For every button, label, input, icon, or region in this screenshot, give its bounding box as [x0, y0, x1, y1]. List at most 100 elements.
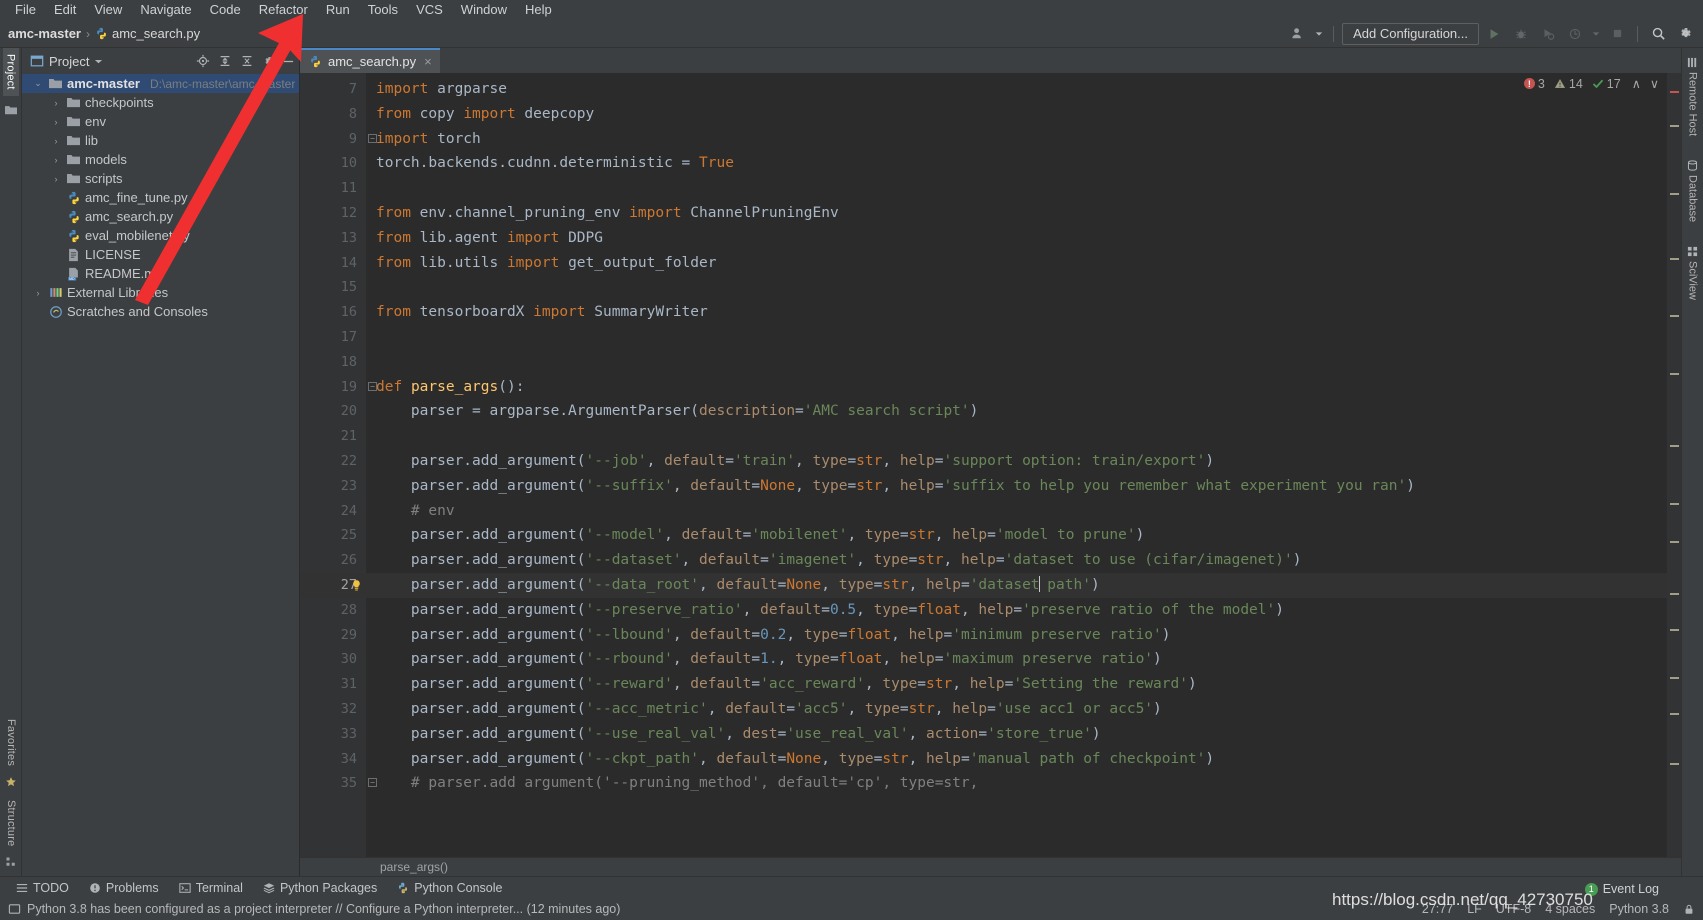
tree-row-checkpoints[interactable]: ›checkpoints [22, 93, 299, 112]
file-encoding[interactable]: UTF-8 [1496, 902, 1531, 916]
profiler-icon[interactable] [1563, 23, 1587, 45]
inspection-prev-icon[interactable]: ∧ [1632, 76, 1641, 91]
menu-item-help[interactable]: Help [516, 0, 561, 20]
menu-item-navigate[interactable]: Navigate [131, 0, 200, 20]
gutter-line-27[interactable]: 27 [300, 573, 366, 598]
gutter-line-12[interactable]: 12 [300, 201, 366, 226]
editor-tab-amc-search[interactable]: amc_search.py × [300, 48, 440, 73]
code-line-9[interactable]: import torch [376, 127, 1667, 152]
tree-row-models[interactable]: ›models [22, 150, 299, 169]
code-line-16[interactable]: from tensorboardX import SummaryWriter [376, 300, 1667, 325]
inspection-next-icon[interactable]: ∨ [1650, 76, 1659, 91]
inspection-widget[interactable]: ! 3 14 17 ∧ [1524, 76, 1659, 91]
code-line-33[interactable]: parser.add_argument('--use_real_val', de… [376, 722, 1667, 747]
project-tree[interactable]: ⌄amc-masterD:\amc-master\amc-master›chec… [22, 74, 299, 876]
bottom-tab-terminal[interactable]: Terminal [169, 879, 253, 897]
search-icon[interactable] [1646, 23, 1670, 45]
caret-position[interactable]: 27:77 [1422, 902, 1453, 916]
tree-row-amc-fine-tune-py[interactable]: amc_fine_tune.py [22, 188, 299, 207]
gutter-line-13[interactable]: 13 [300, 226, 366, 251]
code-line-26[interactable]: parser.add_argument('--dataset', default… [376, 548, 1667, 573]
code-content[interactable]: import argparsefrom copy import deepcopy… [366, 73, 1667, 857]
menu-item-tools[interactable]: Tools [359, 0, 407, 20]
code-line-21[interactable] [376, 424, 1667, 449]
gutter-line-8[interactable]: 8 [300, 102, 366, 127]
menu-item-file[interactable]: File [6, 0, 45, 20]
code-line-8[interactable]: from copy import deepcopy [376, 102, 1667, 127]
gutter-line-16[interactable]: 16 [300, 300, 366, 325]
chevron-down-icon-2[interactable] [1590, 23, 1602, 45]
structure-icon[interactable] [5, 856, 17, 868]
gutter-line-29[interactable]: 29 [300, 623, 366, 648]
settings-icon-project[interactable] [259, 51, 279, 71]
gutter-line-31[interactable]: 31 [300, 672, 366, 697]
chevron-down-icon[interactable] [1313, 23, 1325, 45]
status-message[interactable]: Python 3.8 has been configured as a proj… [27, 902, 620, 916]
star-icon[interactable] [5, 776, 17, 788]
code-line-17[interactable] [376, 325, 1667, 350]
chevron-right-icon[interactable]: › [32, 288, 44, 298]
rail-tab-favorites[interactable]: Favorites [3, 713, 19, 772]
rail-tab-sciview[interactable]: SciView [1685, 241, 1701, 305]
expand-all-icon[interactable] [215, 51, 235, 71]
python-interpreter[interactable]: Python 3.8 [1609, 902, 1669, 916]
indent-setting[interactable]: 4 spaces [1545, 902, 1595, 916]
tree-row-license[interactable]: LICENSE [22, 245, 299, 264]
chevron-right-icon[interactable]: › [50, 174, 62, 184]
gutter-line-15[interactable]: 15 [300, 275, 366, 300]
folder-icon-rail[interactable] [4, 104, 18, 116]
code-line-22[interactable]: parser.add_argument('--job', default='tr… [376, 449, 1667, 474]
code-line-32[interactable]: parser.add_argument('--acc_metric', defa… [376, 697, 1667, 722]
tree-row-scripts[interactable]: ›scripts [22, 169, 299, 188]
warning-count-group[interactable]: 14 [1554, 77, 1583, 91]
code-line-11[interactable] [376, 176, 1667, 201]
code-line-14[interactable]: from lib.utils import get_output_folder [376, 251, 1667, 276]
gutter-line-23[interactable]: 23 [300, 474, 366, 499]
gutter-line-19[interactable]: 19− [300, 375, 366, 400]
debug-icon[interactable] [1509, 23, 1533, 45]
code-line-12[interactable]: from env.channel_pruning_env import Chan… [376, 201, 1667, 226]
rail-tab-database[interactable]: Database [1685, 155, 1701, 227]
code-line-30[interactable]: parser.add_argument('--rbound', default=… [376, 647, 1667, 672]
error-stripe[interactable] [1667, 73, 1681, 857]
code-line-18[interactable] [376, 350, 1667, 375]
editor-gutter[interactable]: 789−10111213141516171819−202122232425262… [300, 73, 366, 857]
gutter-line-28[interactable]: 28 [300, 598, 366, 623]
tree-row-lib[interactable]: ›lib [22, 131, 299, 150]
add-configuration-button[interactable]: Add Configuration... [1342, 23, 1479, 45]
gutter-line-24[interactable]: 24 [300, 499, 366, 524]
editor-breadcrumb[interactable]: parse_args() [300, 857, 1681, 876]
gutter-line-9[interactable]: 9− [300, 127, 366, 152]
hide-panel-icon[interactable] [281, 51, 295, 71]
code-line-24[interactable]: # env [376, 499, 1667, 524]
gutter-line-10[interactable]: 10 [300, 151, 366, 176]
code-line-28[interactable]: parser.add_argument('--preserve_ratio', … [376, 598, 1667, 623]
rail-tab-structure[interactable]: Structure [3, 794, 19, 852]
code-line-23[interactable]: parser.add_argument('--suffix', default=… [376, 474, 1667, 499]
gutter-line-35[interactable]: 35− [300, 771, 366, 796]
menu-item-view[interactable]: View [85, 0, 131, 20]
tree-row-eval-mobilenet-py[interactable]: eval_mobilenet.py [22, 226, 299, 245]
message-icon[interactable] [8, 903, 21, 916]
bottom-tab-python-packages[interactable]: Python Packages [253, 879, 387, 897]
locate-icon[interactable] [193, 51, 213, 71]
code-line-19[interactable]: def parse_args(): [376, 375, 1667, 400]
error-count-group[interactable]: ! 3 [1524, 77, 1545, 91]
gutter-line-34[interactable]: 34 [300, 747, 366, 772]
chevron-down-icon[interactable]: ⌄ [32, 78, 44, 89]
tree-row-external-libraries[interactable]: ›External Libraries [22, 283, 299, 302]
menu-item-edit[interactable]: Edit [45, 0, 85, 20]
chevron-right-icon[interactable]: › [50, 155, 62, 165]
chevron-right-icon[interactable]: › [50, 117, 62, 127]
gutter-line-25[interactable]: 25 [300, 523, 366, 548]
menu-item-window[interactable]: Window [452, 0, 516, 20]
collapse-all-icon[interactable] [237, 51, 257, 71]
menu-item-run[interactable]: Run [317, 0, 359, 20]
tree-row-amc-search-py[interactable]: amc_search.py [22, 207, 299, 226]
tree-row-scratches-and-consoles[interactable]: Scratches and Consoles [22, 302, 299, 321]
code-line-25[interactable]: parser.add_argument('--model', default='… [376, 523, 1667, 548]
chevron-right-icon[interactable]: › [50, 98, 62, 108]
ok-count-group[interactable]: 17 [1592, 77, 1621, 91]
breadcrumb-file[interactable]: amc_search.py [112, 26, 200, 41]
code-line-27[interactable]: parser.add_argument('--data_root', defau… [366, 573, 1667, 598]
